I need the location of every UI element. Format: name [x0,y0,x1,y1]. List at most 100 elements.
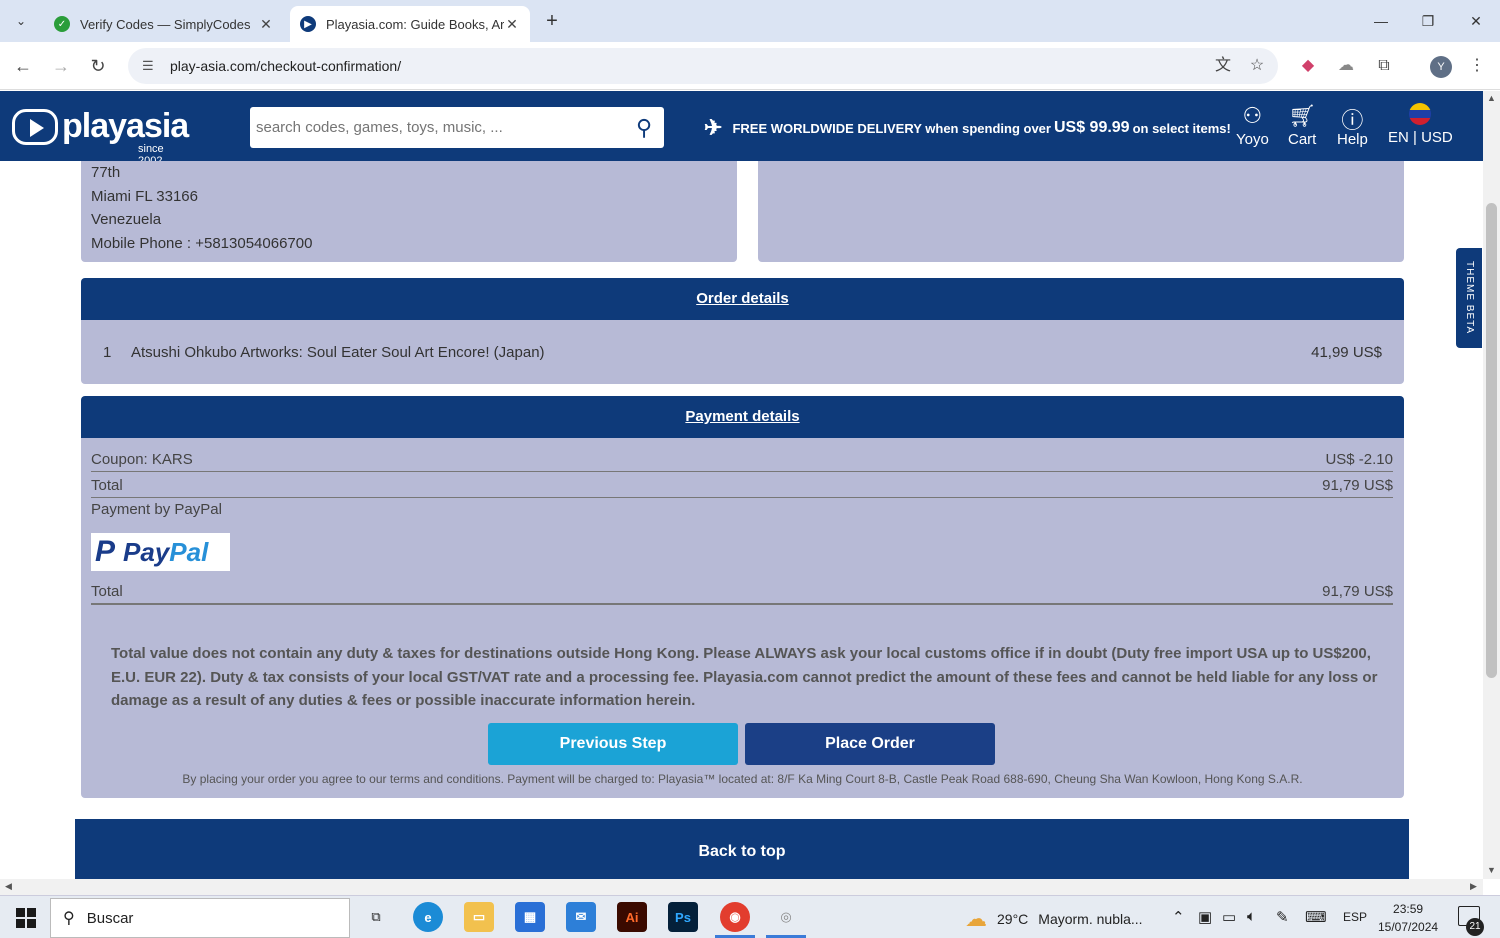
total-label: Total [91,477,123,494]
store-icon[interactable]: ▦ [515,902,545,932]
clock-date: 15/07/2024 [1378,920,1439,934]
chrome-icon[interactable]: ◉ [715,902,755,938]
scroll-up-icon[interactable]: ▲ [1483,93,1500,103]
bookmark-star-icon[interactable]: ☆ [1247,56,1267,76]
total-value: 91,79 US$ [1322,477,1393,494]
previous-step-button[interactable]: Previous Step [488,723,738,765]
account-button[interactable]: ⚇ Yoyo [1236,103,1269,148]
logo-text: playasia [62,107,189,145]
back-to-top-button[interactable]: Back to top [75,819,1409,879]
horizontal-scrollbar[interactable]: ◀ ▶ [0,879,1483,895]
pen-icon[interactable]: ✎ [1276,908,1289,926]
notification-badge: 21 [1466,918,1484,936]
illustrator-icon[interactable]: Ai [617,902,647,932]
extension-icon[interactable]: ◆ [1298,56,1318,76]
weather-desc: Mayorm. nubla... [1038,911,1143,927]
final-total-value: 91,79 US$ [1322,583,1393,600]
address-line: Mobile Phone : +5813054066700 [91,234,313,252]
scroll-right-icon[interactable]: ▶ [1470,881,1477,892]
account-label: Yoyo [1236,131,1269,148]
back-button[interactable]: ← [11,54,35,78]
new-tab-button[interactable]: + [540,10,564,34]
browser-tab-bar: ⌄ ✓ Verify Codes — SimplyCodes ✕ ▶ Playa… [0,0,1500,42]
translate-icon[interactable]: 文 [1213,56,1233,76]
billing-address-box [758,161,1404,262]
volume-icon[interactable]: 🔈︎ [1247,908,1256,925]
clock-time: 23:59 [1393,902,1424,916]
delivery-prefix: FREE WORLDWIDE DELIVERY when spending ov… [732,120,1051,136]
reload-button[interactable]: ↻ [86,54,110,78]
scroll-left-icon[interactable]: ◀ [5,881,12,892]
language-indicator[interactable]: ESP [1343,910,1367,924]
coupon-label: Coupon: KARS [91,451,193,468]
tab-playasia[interactable]: ▶ Playasia.com: Guide Books, Art ✕ [290,6,530,42]
coupon-value: US$ -2.10 [1325,451,1393,468]
profile-avatar[interactable]: Y [1430,56,1452,78]
meet-now-icon[interactable]: ▣ [1198,908,1212,926]
tab-title: Playasia.com: Guide Books, Art [326,16,504,32]
mail-icon[interactable]: ✉ [566,902,596,932]
tab-simplycodes[interactable]: ✓ Verify Codes — SimplyCodes ✕ [44,6,284,42]
payment-details-header: Payment details [81,396,1404,438]
theme-beta-tab[interactable]: THEME BETA [1456,248,1482,348]
app-icon[interactable]: ◎ [766,902,806,938]
airplane-icon: ✈ [704,115,723,140]
site-header: playasia since 2002 ⚲ ✈ FREE WORLDWIDE D… [0,91,1483,167]
address-bar[interactable]: ☰ play-asia.com/checkout-confirmation/ [128,48,1278,84]
order-details-header: Order details [81,278,1404,320]
edge-icon[interactable]: e [413,902,443,932]
extension-cloud-icon[interactable]: ☁ [1336,56,1356,76]
tab-title: Verify Codes — SimplyCodes [80,16,251,32]
tab-search-button[interactable]: ⌄ [8,8,34,34]
final-total-label: Total [91,583,123,600]
taskbar-search[interactable]: ⚲ Buscar [50,898,350,938]
place-order-button[interactable]: Place Order [745,723,995,765]
total-row: Total 91,79 US$ [91,477,1393,498]
cart-icon: 🛒︎ [1288,103,1317,128]
close-window-button[interactable]: ✕ [1453,8,1499,34]
playasia-logo[interactable]: playasia since 2002 [12,107,189,167]
logo-mark-icon [12,108,58,145]
payment-method-row: Payment by PayPal [91,501,1393,521]
restore-button[interactable]: ❐ [1405,8,1451,34]
close-tab-icon[interactable]: ✕ [258,16,274,33]
browser-menu-icon[interactable]: ⋮ [1467,56,1487,76]
weather-widget[interactable]: ☁ 29°C Mayorm. nubla... [965,906,1143,932]
close-tab-icon[interactable]: ✕ [504,16,520,33]
file-explorer-icon[interactable]: ▭ [464,902,494,932]
duty-disclaimer: Total value does not contain any duty & … [111,645,1378,709]
extensions-puzzle-icon[interactable]: ⧉ [1374,56,1394,76]
locale-label: EN | USD [1388,129,1453,146]
chevron-up-icon[interactable]: ⌃ [1172,908,1185,926]
help-button[interactable]: ⓘ Help [1337,103,1368,148]
url-text: play-asia.com/checkout-confirmation/ [170,58,402,74]
locale-button[interactable]: EN | USD [1388,103,1453,146]
address-line: Venezuela [91,211,162,228]
user-icon: ⚇ [1242,103,1263,128]
network-icon[interactable]: ▭ [1222,908,1236,926]
photoshop-icon[interactable]: Ps [668,902,698,932]
payment-details-link[interactable]: Payment details [685,408,799,425]
search-icon[interactable]: ⚲ [624,115,664,141]
shipping-address-box: 77th Miami FL 33166 Venezuela Mobile Pho… [81,161,737,262]
delivery-amount: US$ 99.99 [1053,119,1130,136]
task-view-icon[interactable]: ⧉ [361,902,391,932]
info-icon: ⓘ [1341,108,1364,133]
cart-button[interactable]: 🛒︎ Cart [1288,103,1316,148]
scroll-down-icon[interactable]: ▼ [1483,865,1500,875]
vertical-scrollbar[interactable]: ▲ ▼ [1483,91,1500,879]
windows-start-icon[interactable] [16,908,36,928]
search-input[interactable] [256,119,624,136]
forward-button[interactable]: → [49,54,73,78]
cart-label: Cart [1288,131,1317,148]
scroll-thumb[interactable] [1486,203,1497,678]
site-info-icon[interactable]: ☰ [142,58,158,74]
minimize-button[interactable]: — [1358,8,1404,34]
order-details-link[interactable]: Order details [696,290,789,307]
windows-taskbar: ⚲ Buscar ⧉ e ▭ ▦ ✉ Ai Ps ◉ ◎ ☁ 29°C Mayo… [0,895,1500,938]
delivery-suffix: on select items! [1132,120,1231,136]
clock[interactable]: 23:59 15/07/2024 [1378,900,1438,936]
keyboard-icon[interactable]: ⌨ [1305,908,1327,926]
payment-details-body: Coupon: KARS US$ -2.10 Total 91,79 US$ P… [81,438,1404,798]
final-total-row: Total 91,79 US$ [91,583,1393,605]
